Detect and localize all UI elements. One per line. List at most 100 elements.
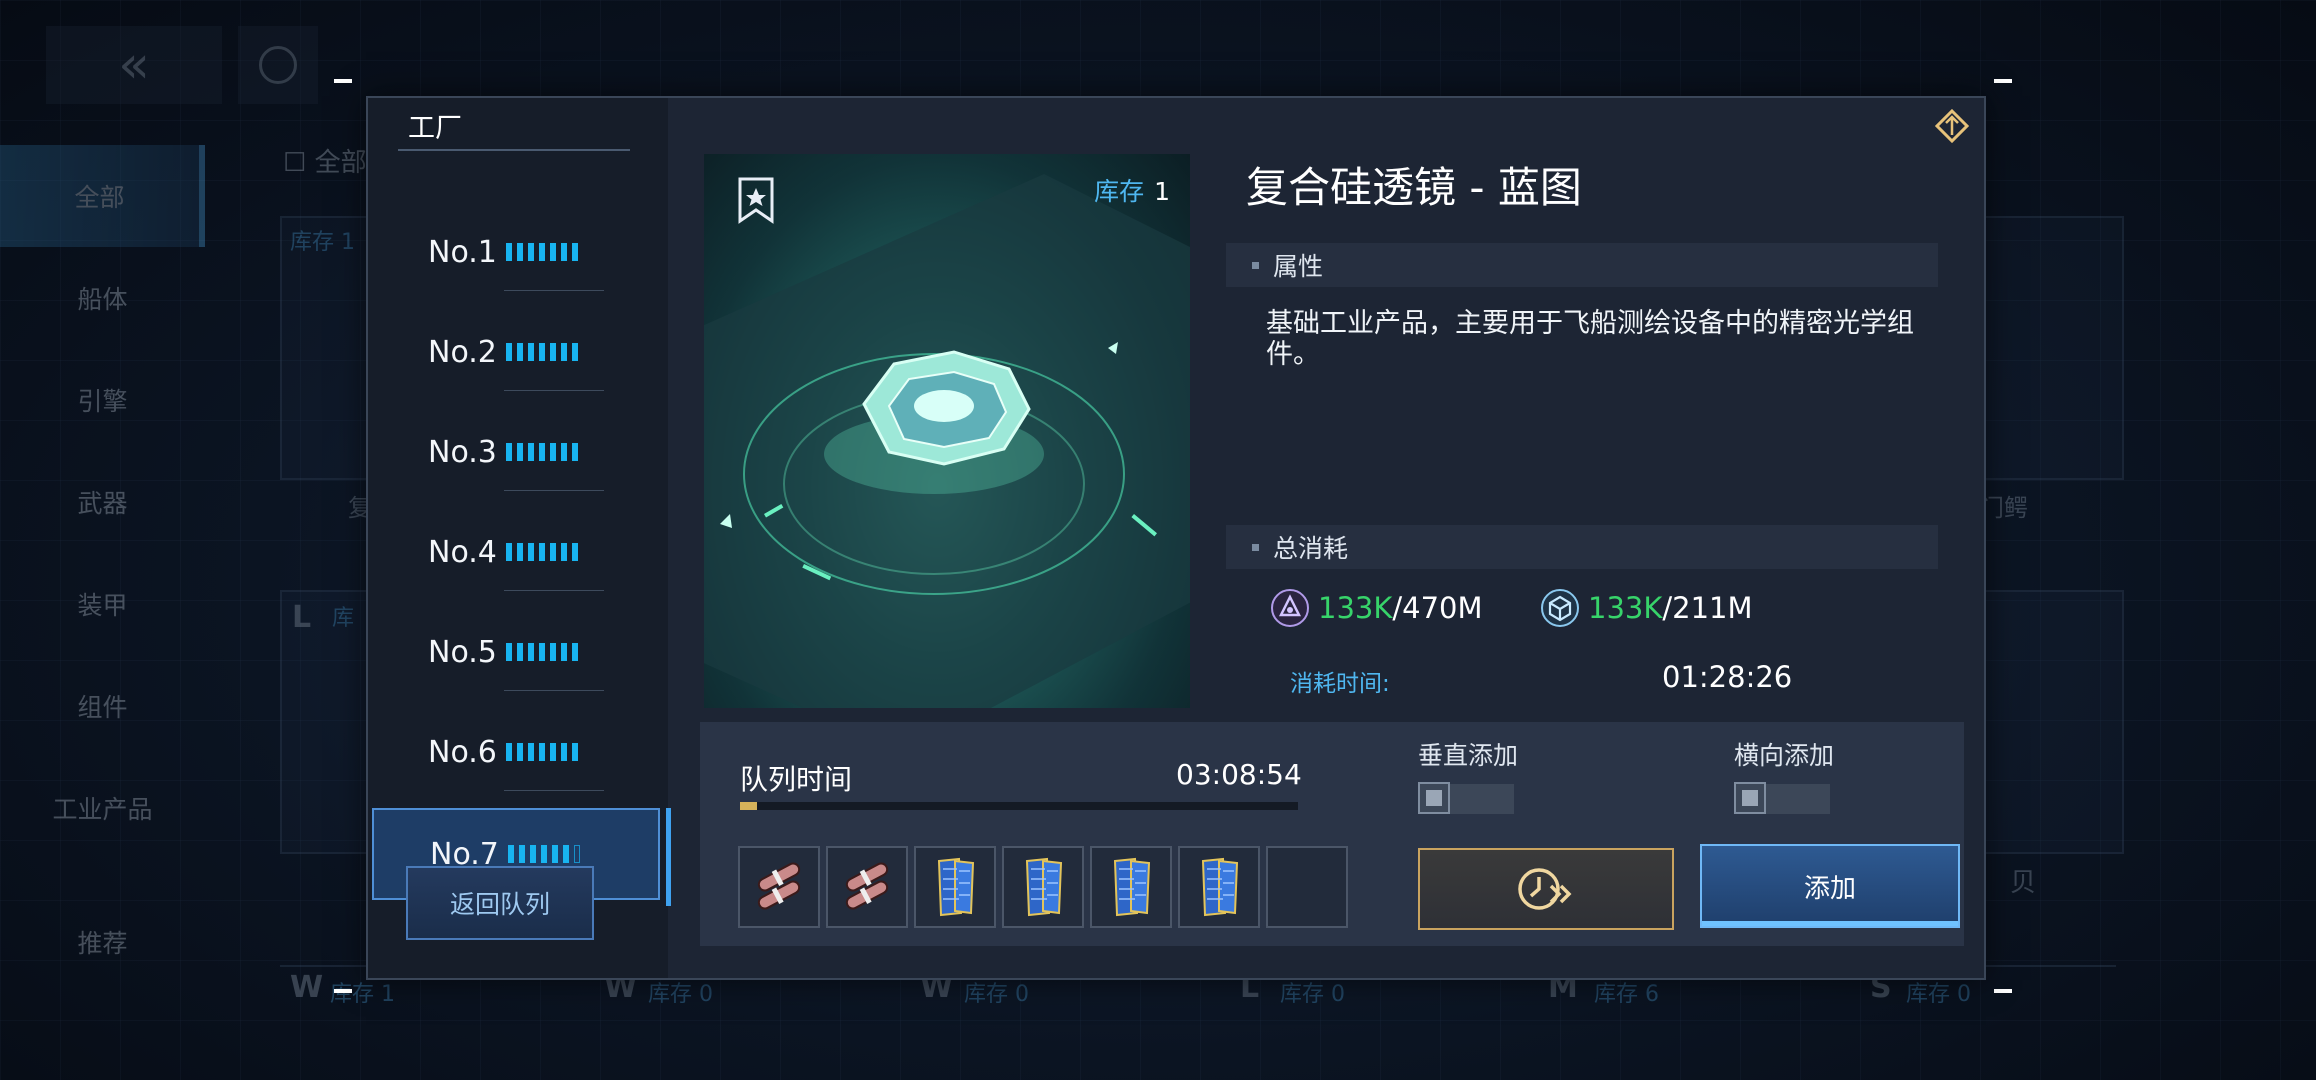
capacity-pip <box>572 443 578 461</box>
bg-card-stock: 库存 1 <box>290 230 355 255</box>
category-recommended[interactable]: 推荐 <box>0 891 205 993</box>
capacity-pip <box>530 845 536 863</box>
capacity-pip <box>517 643 523 661</box>
capacity-pip <box>574 845 580 863</box>
bg-stock-4: 库存 0 <box>1280 982 1345 1007</box>
capacity-pip <box>550 543 556 561</box>
bg-card-right[interactable] <box>1980 216 2124 480</box>
capacity-pip <box>552 845 558 863</box>
bullet <box>1252 261 1259 269</box>
slot-divider <box>504 690 604 691</box>
slot-capacity-bars <box>506 243 578 261</box>
category-industrial[interactable]: 工业产品 <box>0 757 205 859</box>
slot-capacity-bars <box>506 743 578 761</box>
factory-slot[interactable]: No.3 <box>372 406 662 498</box>
toggle-knob <box>1734 782 1766 814</box>
capacity-pip <box>572 643 578 661</box>
cost-label: 总消耗 <box>1273 534 1349 563</box>
blue-panel-icon <box>1201 857 1239 917</box>
capacity-pip <box>517 743 523 761</box>
horizontal-add-label: 横向添加 <box>1734 741 1835 770</box>
bg-card-right-2[interactable] <box>1980 590 2124 854</box>
capacity-pip <box>572 343 578 361</box>
select-all-checkbox[interactable]: ☐ 全部 <box>283 142 367 179</box>
capacity-pip <box>561 243 567 261</box>
queue-item-slot[interactable] <box>738 846 820 928</box>
slot-name: No.2 <box>428 334 497 370</box>
factory-slot[interactable]: No.1 <box>372 206 662 298</box>
queue-item-slot[interactable] <box>1178 846 1260 928</box>
bg-stock-3: 库存 0 <box>964 982 1029 1007</box>
queue-progress-fill <box>740 802 757 810</box>
capacity-pip <box>550 343 556 361</box>
capacity-pip <box>528 743 534 761</box>
capacity-pip <box>517 543 523 561</box>
queue-item-slot[interactable] <box>1002 846 1084 928</box>
active-slot-indicator <box>666 808 671 906</box>
capacity-pip <box>550 743 556 761</box>
slot-capacity-bars <box>508 845 580 863</box>
capacity-pip <box>528 443 534 461</box>
blueprint-dialog: 工厂 No.1 No.2 No.3 No.4 No.5 No.6 No.7 返回队列 库存 1… <box>366 96 1986 980</box>
return-queue-button[interactable]: 返回队列 <box>406 866 594 940</box>
frame-corner <box>334 79 352 83</box>
category-hull[interactable]: 船体 <box>0 247 205 349</box>
target-button[interactable] <box>238 26 318 104</box>
capacity-pip <box>508 845 514 863</box>
category-engine[interactable]: 引擎 <box>0 349 205 451</box>
capacity-pip <box>561 443 567 461</box>
frame-corner <box>1994 989 2012 993</box>
horizontal-add-group: 横向添加 <box>1734 736 1834 814</box>
slot-divider <box>504 290 604 291</box>
bg-size-tag: L <box>292 600 312 635</box>
vertical-add-toggle[interactable] <box>1418 782 1514 814</box>
lens-artwork <box>704 174 1190 708</box>
speedup-button[interactable] <box>1418 848 1674 930</box>
back-button[interactable]: « <box>46 26 222 104</box>
stock-value: 1 <box>1154 177 1170 206</box>
factory-slot[interactable]: No.5 <box>372 606 662 698</box>
capacity-pip <box>528 243 534 261</box>
red-cylinders-icon <box>845 862 889 910</box>
capacity-pip <box>539 443 545 461</box>
category-all[interactable]: 全部 <box>0 145 205 247</box>
factory-slot[interactable]: No.2 <box>372 306 662 398</box>
consume-time-label: 消耗时间: <box>1290 671 1390 697</box>
queue-progress-bar <box>740 802 1298 810</box>
factory-slot[interactable]: No.4 <box>372 506 662 598</box>
bg-tag-1: W <box>290 970 324 1005</box>
slot-name: No.5 <box>428 634 497 670</box>
capacity-pip <box>572 243 578 261</box>
capacity-pip <box>539 743 545 761</box>
capacity-pip <box>506 643 512 661</box>
horizontal-add-toggle[interactable] <box>1734 782 1830 814</box>
capacity-pip <box>561 543 567 561</box>
cost-cube: 133K/211M <box>1540 588 1753 628</box>
diamond-arrow-icon[interactable] <box>1932 106 1972 146</box>
add-button[interactable]: 添加 <box>1700 844 1960 928</box>
toggle-knob <box>1418 782 1450 814</box>
queue-item-slot[interactable] <box>1266 846 1348 928</box>
capacity-pip <box>517 243 523 261</box>
capacity-pip <box>517 343 523 361</box>
category-weapon[interactable]: 武器 <box>0 451 205 553</box>
capacity-pip <box>539 643 545 661</box>
capacity-pip <box>561 343 567 361</box>
bg-size-stock: 库 <box>332 606 355 631</box>
queue-item-slot[interactable] <box>826 846 908 928</box>
star-bookmark-icon[interactable] <box>736 176 776 224</box>
queue-panel: 队列时间 03:08:54 垂直添加 横向添加 添加 <box>700 722 1964 946</box>
item-preview: 库存 1 <box>704 154 1190 708</box>
queue-item-slot[interactable] <box>914 846 996 928</box>
category-armor[interactable]: 装甲 <box>0 553 205 655</box>
crystal-have: 133K <box>1318 591 1393 625</box>
capacity-pip <box>506 543 512 561</box>
slot-capacity-bars <box>506 343 578 361</box>
category-component[interactable]: 组件 <box>0 655 205 757</box>
queue-item-slot[interactable] <box>1090 846 1172 928</box>
vertical-add-group: 垂直添加 <box>1418 736 1518 814</box>
bg-stock-5: 库存 6 <box>1594 982 1659 1007</box>
slot-name: No.3 <box>428 434 497 470</box>
factory-slot[interactable]: No.6 <box>372 706 662 798</box>
capacity-pip <box>539 243 545 261</box>
